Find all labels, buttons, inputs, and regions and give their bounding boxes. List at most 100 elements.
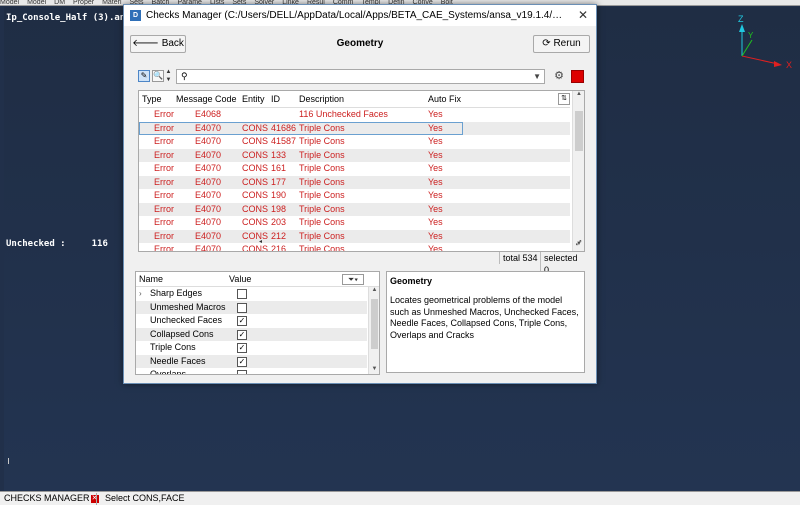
tree-item[interactable]: Collapsed Cons ✓	[136, 327, 367, 341]
tree-item[interactable]: Unchecked Faces ✓	[136, 314, 367, 328]
cell-code: E4070	[195, 217, 222, 227]
filter-input[interactable]: ⚲ ▼	[176, 69, 545, 84]
scroll-up-icon[interactable]: ▲	[573, 91, 584, 97]
checkbox[interactable]: ✓	[237, 343, 247, 353]
cell-id: 203	[271, 217, 287, 227]
highlight-tool-icon[interactable]: ✎	[138, 70, 150, 82]
z-axis-arrow	[739, 24, 745, 32]
menu-item[interactable]: DM	[54, 0, 65, 5]
tree-item[interactable]: Overlaps	[136, 368, 367, 374]
table-row[interactable]: Error E4070 CONS 216 Triple Cons Yes	[139, 243, 570, 251]
table-row[interactable]: Error E4070 CONS 198 Triple Cons Yes	[139, 202, 570, 216]
unchecked-label: Unchecked :	[6, 239, 66, 249]
zoom-tool-icon[interactable]: 🔍	[152, 70, 164, 82]
checkbox[interactable]: ✓	[237, 356, 247, 367]
tree-item[interactable]: Needle Faces ✓	[136, 354, 367, 368]
cell-type: Error	[154, 230, 174, 241]
column-message-code[interactable]: Message Code	[176, 91, 237, 108]
checkbox[interactable]	[237, 289, 247, 299]
menu-item[interactable]: Model	[0, 0, 19, 5]
scroll-up-icon[interactable]: ▲	[369, 287, 379, 293]
column-value[interactable]: Value	[229, 272, 251, 287]
results-scrollbar[interactable]: ▲ ▼	[572, 91, 584, 251]
cell-type: Error	[154, 109, 174, 119]
chevron-down-icon[interactable]: ▼	[533, 70, 541, 83]
tree-scrollbar[interactable]: ▲ ▼	[368, 287, 379, 374]
cell-id: 41587	[271, 136, 297, 146]
column-auto-fix[interactable]: Auto Fix	[428, 91, 461, 108]
expand-icon[interactable]: ⤢	[576, 240, 582, 248]
cell-entity: CONS	[242, 149, 269, 160]
cell-fix: Yes	[428, 163, 443, 173]
tree-item-label: Needle Faces	[150, 355, 206, 366]
checks-tree-body: › Sharp Edges Unmeshed Macros Unchecked Fac…	[136, 287, 367, 374]
menu-item[interactable]: Model	[27, 0, 46, 5]
table-row[interactable]: Error E4070 CONS 177 Triple Cons Yes	[139, 175, 570, 189]
scroll-down-icon[interactable]: ▼	[369, 366, 379, 372]
results-footer: total 534 selected 0	[138, 252, 585, 276]
checks-tree: Name Value ⏷▾ › Sharp Edges Unmeshed Macro…	[135, 271, 380, 375]
scrollbar-thumb[interactable]	[371, 299, 378, 349]
cell-desc: Triple Cons	[299, 163, 345, 173]
z-axis-label: Z	[738, 14, 744, 24]
rerun-button[interactable]: ⟳ Rerun	[533, 35, 590, 53]
cell-id: 212	[271, 230, 287, 241]
cell-fix: Yes	[428, 176, 443, 187]
tree-item-label: Unmeshed Macros	[150, 301, 226, 312]
results-table-body: Error E4068 116 Unchecked Faces Yes Error E40…	[139, 108, 570, 251]
cell-fix: Yes	[428, 203, 443, 214]
close-icon[interactable]: ✕	[578, 5, 588, 26]
scrollbar-thumb[interactable]	[575, 111, 583, 151]
chevron-right-icon[interactable]: ›	[139, 287, 142, 301]
column-entity[interactable]: Entity	[242, 91, 265, 108]
tree-item[interactable]: › Sharp Edges	[136, 287, 367, 301]
cell-id: 190	[271, 190, 287, 200]
checkbox[interactable]	[237, 370, 247, 374]
cell-fix: Yes	[428, 136, 443, 146]
cell-code: E4068	[195, 109, 222, 119]
stop-button[interactable]	[571, 70, 584, 83]
splitter-handle-icon[interactable]: ◂	[259, 238, 262, 245]
dialog-titlebar[interactable]: D Checks Manager (C:/Users/DELL/AppData/…	[124, 5, 596, 26]
menu-item[interactable]: Materi	[102, 0, 121, 5]
gear-icon[interactable]: ⚙	[552, 70, 566, 83]
table-row[interactable]: Error E4070 CONS 212 Triple Cons Yes	[139, 229, 570, 243]
table-row[interactable]: Error E4070 CONS 190 Triple Cons Yes	[139, 189, 570, 203]
spin-arrows-icon[interactable]: ▲ ▼	[165, 68, 172, 84]
table-row[interactable]: Error E4070 CONS 133 Triple Cons Yes	[139, 148, 570, 162]
table-row[interactable]: Error E4070 CONS 203 Triple Cons Yes	[139, 216, 570, 230]
cell-fix: Yes	[428, 230, 443, 241]
column-description[interactable]: Description	[299, 91, 344, 108]
axis-triad-icon: Z X Y	[738, 14, 792, 70]
y-axis-label: Y	[748, 31, 754, 40]
table-row[interactable]: Error E4070 CONS 161 Triple Cons Yes	[139, 162, 570, 176]
column-id[interactable]: ID	[271, 91, 280, 108]
rerun-button-label: Rerun	[553, 38, 581, 49]
checkbox[interactable]: ✓	[237, 329, 247, 340]
cell-type: Error	[154, 244, 174, 251]
checkbox[interactable]: ✓	[237, 316, 247, 326]
tree-item[interactable]: Unmeshed Macros	[136, 300, 367, 314]
results-table: Type Message Code Entity ID Description …	[138, 90, 585, 252]
filter-funnel-icon[interactable]: ⏷▾	[342, 274, 364, 285]
checkbox[interactable]	[237, 302, 247, 313]
cell-id: 133	[271, 149, 287, 160]
description-title: Geometry	[390, 276, 433, 286]
app-icon: D	[130, 10, 141, 21]
cell-code: E4070	[195, 122, 222, 133]
column-type[interactable]: Type	[142, 91, 162, 108]
sort-columns-icon[interactable]: ⇅	[558, 93, 570, 105]
cell-type: Error	[154, 136, 174, 146]
table-row[interactable]: Error E4070 CONS 41587 Triple Cons Yes	[139, 135, 570, 149]
tree-item[interactable]: Triple Cons ✓	[136, 341, 367, 355]
status-panel-tab[interactable]: CHECKS MANAGER ✕	[4, 492, 99, 505]
column-name[interactable]: Name	[139, 272, 163, 287]
table-row[interactable]: Error E4068 116 Unchecked Faces Yes	[139, 108, 570, 122]
unchecked-count: 116	[91, 239, 108, 249]
menu-item[interactable]: Proper	[73, 0, 94, 5]
cell-fix: Yes	[428, 217, 443, 227]
status-message: Select CONS,FACE	[105, 493, 185, 503]
close-icon[interactable]: ✕	[90, 494, 99, 503]
table-row[interactable]: Error E4070 CONS 41686 Triple Cons Yes	[139, 121, 570, 135]
cell-id: 177	[271, 176, 287, 187]
